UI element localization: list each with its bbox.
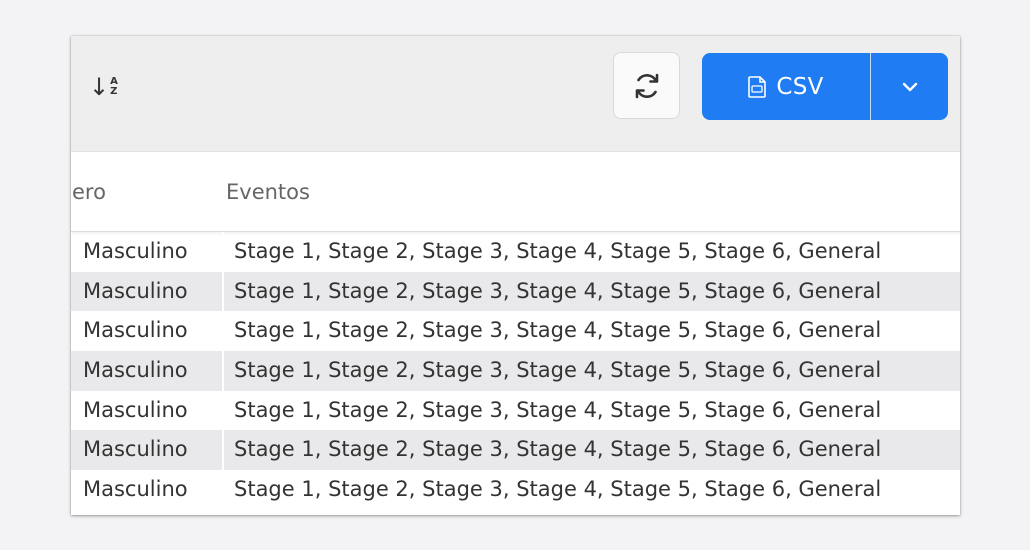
table-row[interactable]: Masculino Stage 1, Stage 2, Stage 3, Sta… bbox=[71, 271, 960, 312]
cell-eventos: Stage 1, Stage 2, Stage 3, Stage 4, Stag… bbox=[234, 239, 882, 263]
csv-export-button[interactable]: CSV bbox=[702, 53, 871, 120]
cell-eventos: Stage 1, Stage 2, Stage 3, Stage 4, Stag… bbox=[234, 278, 882, 303]
toolbar: ↓ A Z CSV bbox=[71, 36, 960, 152]
table-header: ero Eventos bbox=[71, 152, 960, 232]
cell-eventos: Stage 1, Stage 2, Stage 3, Stage 4, Stag… bbox=[234, 477, 882, 502]
cell-genero: Masculino bbox=[83, 477, 188, 502]
sort-alpha-down-icon: ↓ bbox=[89, 73, 110, 101]
column-divider bbox=[222, 470, 224, 510]
table-row[interactable]: Masculino Stage 1, Stage 2, Stage 3, Sta… bbox=[71, 311, 960, 352]
column-header-genero[interactable]: ero bbox=[72, 180, 106, 204]
data-table: ero Eventos Masculino Stage 1, Stage 2, … bbox=[71, 152, 960, 510]
column-divider bbox=[222, 351, 224, 391]
column-divider bbox=[222, 271, 224, 312]
cell-genero: Masculino bbox=[83, 318, 188, 343]
csv-label: CSV bbox=[776, 73, 824, 100]
table-row[interactable]: Masculino Stage 1, Stage 2, Stage 3, Sta… bbox=[71, 351, 960, 391]
sort-letter-bottom: Z bbox=[110, 86, 118, 97]
column-divider bbox=[222, 390, 224, 431]
csv-export-group: CSV bbox=[702, 53, 948, 120]
column-header-eventos[interactable]: Eventos bbox=[226, 180, 310, 204]
cell-genero: Masculino bbox=[83, 278, 188, 303]
cell-eventos: Stage 1, Stage 2, Stage 3, Stage 4, Stag… bbox=[234, 397, 882, 422]
refresh-button[interactable] bbox=[613, 52, 680, 119]
cell-eventos: Stage 1, Stage 2, Stage 3, Stage 4, Stag… bbox=[234, 358, 882, 383]
csv-dropdown-button[interactable] bbox=[871, 53, 948, 120]
cell-genero: Masculino bbox=[83, 358, 188, 383]
cell-eventos: Stage 1, Stage 2, Stage 3, Stage 4, Stag… bbox=[234, 318, 882, 343]
cell-eventos: Stage 1, Stage 2, Stage 3, Stage 4, Stag… bbox=[234, 437, 882, 462]
cell-genero: Masculino bbox=[83, 239, 188, 263]
column-divider bbox=[222, 430, 224, 471]
column-divider bbox=[222, 311, 224, 352]
sort-letters: A Z bbox=[110, 77, 118, 97]
cell-genero: Masculino bbox=[83, 437, 188, 462]
table-row[interactable]: Masculino Stage 1, Stage 2, Stage 3, Sta… bbox=[71, 390, 960, 431]
sort-button[interactable]: ↓ A Z bbox=[89, 72, 123, 102]
table-row[interactable]: Masculino Stage 1, Stage 2, Stage 3, Sta… bbox=[71, 232, 960, 272]
cell-genero: Masculino bbox=[83, 397, 188, 422]
refresh-icon bbox=[635, 73, 658, 98]
table-row[interactable]: Masculino Stage 1, Stage 2, Stage 3, Sta… bbox=[71, 470, 960, 510]
table-body: Masculino Stage 1, Stage 2, Stage 3, Sta… bbox=[71, 232, 960, 510]
chevron-down-icon bbox=[902, 82, 917, 91]
table-panel: ↓ A Z CSV ero Eventos Masculino Stage 1,… bbox=[71, 36, 960, 515]
table-row[interactable]: Masculino Stage 1, Stage 2, Stage 3, Sta… bbox=[71, 430, 960, 471]
csv-file-icon bbox=[748, 75, 767, 98]
column-divider bbox=[222, 232, 224, 272]
